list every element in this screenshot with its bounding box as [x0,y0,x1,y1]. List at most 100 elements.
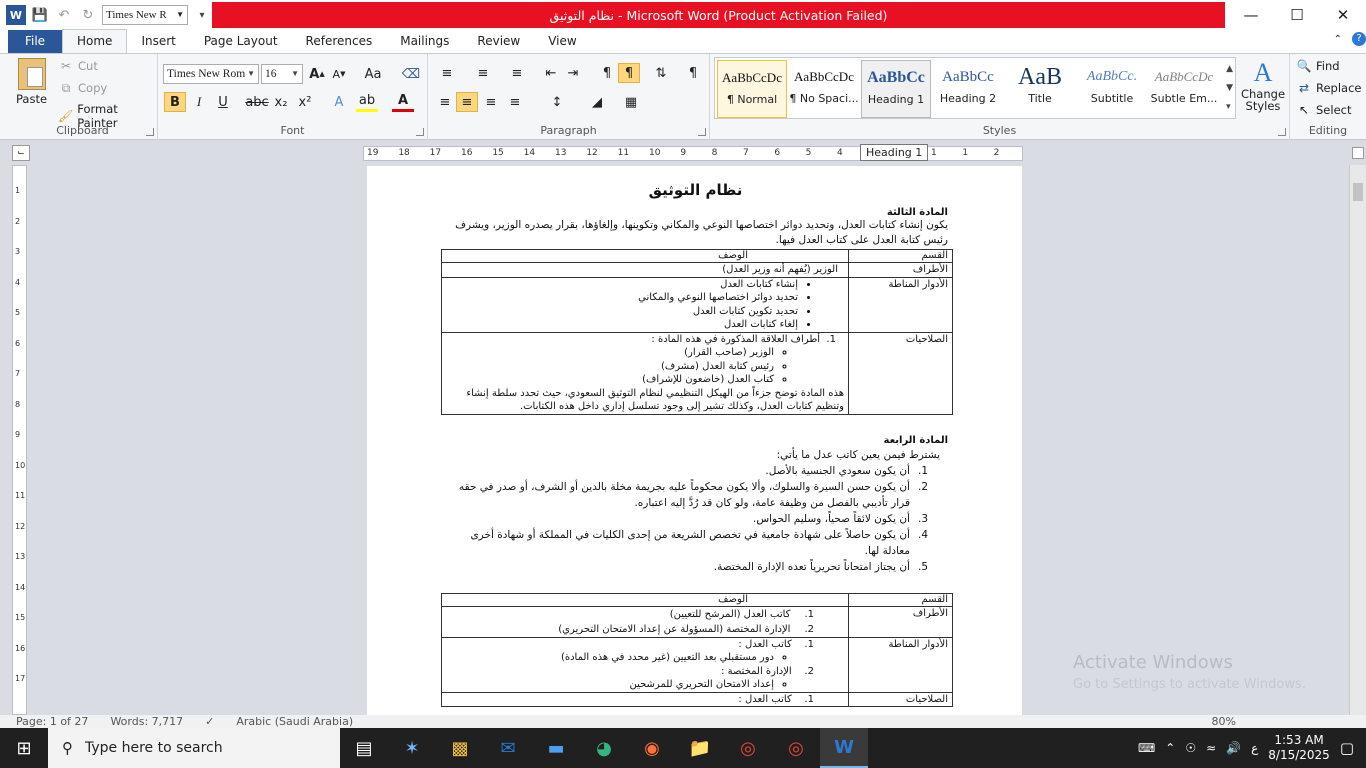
borders-icon[interactable]: ▦ [620,92,642,112]
page-count[interactable]: Page: 1 of 27 [16,715,88,728]
align-left-icon[interactable]: ≡ [434,92,456,112]
font-color-icon[interactable]: A [392,92,414,112]
word-count[interactable]: Words: 7,717 [110,715,183,728]
find-button[interactable]: 🔍 Find [1296,58,1340,74]
table-cell[interactable]: الأدوار المناطة [848,276,953,333]
keyboard-icon[interactable]: ⌨ [1138,741,1155,755]
rtl-icon[interactable]: ¶ [618,63,640,83]
list-item[interactable]: تحديد دوائر اختصاصها النوعي والمكاني [446,291,798,305]
list-item[interactable]: 1. أطراف العلاقة المذكورة في هذه المادة … [446,333,844,347]
line-spacing-icon[interactable]: ↕ [546,92,568,112]
app-icon[interactable]: ▬ [532,728,580,768]
sort-icon[interactable]: ⇅ [650,63,672,83]
copilot-icon[interactable]: ✶ [388,728,436,768]
align-right-icon[interactable]: ≡ [480,92,502,112]
language-icon[interactable]: ع [1251,741,1258,755]
list-item[interactable]: 1. أن يكون سعودي الجنسية بالأصل. [443,463,948,479]
table-cell[interactable]: 1. كاتب العدل : [441,691,849,707]
highlight-icon[interactable]: ab [356,92,378,112]
table-cell[interactable]: الأطراف [848,262,953,278]
list-item[interactable]: 2. أن يكون حسن السيرة والسلوك، وألا يكون … [443,479,948,511]
article-4-intro[interactable]: يشترط فيمن يعين كاتب عدل ما يأتي: [443,448,948,463]
decrease-indent-icon[interactable]: ⇤ [540,63,562,83]
list-item[interactable]: 4. أن يكون حاصلاً على شهادة جامعية في تخص… [443,527,948,559]
taskbar-search[interactable]: ⚲ Type here to search [48,728,340,768]
multilevel-list-icon[interactable]: ≡ [506,63,528,83]
chevron-up-icon[interactable]: ⌃ [1165,741,1175,755]
outlook-icon[interactable]: ✉ [484,728,532,768]
tab-home[interactable]: Home [62,29,128,53]
tab-selector-icon[interactable]: ⌙ [12,145,30,161]
style-title[interactable]: AaB Title [1005,60,1075,118]
increase-indent-icon[interactable]: ⇥ [562,63,584,83]
vertical-ruler[interactable]: 1 2 3 4 5 6 7 8 9 10 11 12 13 14 15 16 17 [12,165,27,715]
list-item[interactable]: 5. أن يجتاز امتحاناً تحريرياً تعده الإدار… [443,559,948,575]
customize-qat-icon[interactable]: ▾ [192,5,212,25]
chrome-profile-icon[interactable]: ◎ [772,728,820,768]
vertical-scrollbar[interactable] [1349,165,1366,715]
document-title[interactable]: نظام التوثيق [443,181,948,199]
numbering-icon[interactable]: ≡ [472,63,494,83]
style-heading-2[interactable]: AaBbCc Heading 2 [933,60,1003,118]
article-3-heading[interactable]: المادة الثالثة [443,207,948,218]
change-case-icon[interactable]: Aa [362,64,384,84]
tab-view[interactable]: View [534,30,590,53]
dialog-launcher-icon[interactable] [416,128,424,136]
bold-icon[interactable]: B [164,92,186,112]
tab-references[interactable]: References [292,30,387,53]
notifications-icon[interactable]: ▢ [1340,739,1354,757]
paste-button[interactable]: Paste [16,58,47,106]
file-explorer-icon[interactable]: 📁 [676,728,724,768]
table-cell[interactable]: الصلاحيات [848,331,953,415]
table-cell[interactable]: 1. كاتب العدل (المرشح للتعيين) 2. الإدارة … [441,605,849,638]
shrink-font-icon[interactable]: A ▼ [328,64,350,84]
table-note[interactable]: هذه المادة توضح جزءاً من الهيكل التنظيمي… [446,387,844,414]
wifi-icon[interactable]: ≈ [1206,741,1216,755]
list-item[interactable]: الوزير (صاحب القرار) [446,346,774,360]
article-3-text[interactable]: يكون إنشاء كتابات العدل، وتحديد دوائر اخ… [443,218,948,248]
undo-icon[interactable]: ↶ [54,5,74,25]
minimize-icon[interactable]: — [1228,0,1274,30]
table-header-cell[interactable]: الوصف [441,249,849,263]
style-no-spacing[interactable]: AaBbCcDc ¶ No Spaci... [789,60,859,118]
text-effects-icon[interactable]: A [328,92,350,112]
table-cell[interactable]: الوزير (يُفهم أنه وزير العدل) [441,262,849,278]
list-item[interactable]: إنشاء كتابات العدل [446,278,798,292]
close-icon[interactable]: ✕ [1320,0,1366,30]
table-cell[interactable]: 1. كاتب العدل : دور مستقبلي بعد التعيين … [441,636,849,693]
style-heading-1[interactable]: AaBbCc Heading 1 [861,60,931,118]
word-taskbar-icon[interactable]: W [820,728,868,768]
redo-icon[interactable]: ↻ [78,5,98,25]
table-header-cell[interactable]: الوصف [441,592,849,607]
show-marks-icon[interactable]: ¶ [682,63,704,83]
cut-button[interactable]: ✂ Cut [58,58,98,74]
table-1[interactable]: القسم الوصف الأطراف الوزير (يُفهم أنه وز… [441,249,953,415]
qat-font-combo[interactable]: Times New R ▼ [102,5,188,25]
network-icon[interactable]: ☉ [1185,741,1196,755]
strikethrough-icon[interactable]: abc [245,92,268,112]
article-4-heading[interactable]: المادة الرابعة [443,435,948,446]
dialog-launcher-icon[interactable] [698,128,706,136]
table-cell[interactable]: الصلاحيات [848,691,953,707]
select-button[interactable]: ↖ Select [1296,102,1352,118]
list-item[interactable]: 1. كاتب العدل : [446,693,844,707]
table-cell[interactable]: 1. أطراف العلاقة المذكورة في هذه المادة … [441,331,849,415]
replace-button[interactable]: ⇄ Replace [1296,80,1362,96]
align-center-icon[interactable]: ≡ [456,92,478,112]
list-item[interactable]: 3. أن يكون لائقاً صحياً، وسليم الحواس. [443,511,948,527]
font-size-combo[interactable]: 16 ▼ [261,64,303,84]
dialog-launcher-icon[interactable] [146,128,154,136]
tab-file[interactable]: File [8,30,62,53]
table-cell[interactable]: الأطراف [848,605,953,638]
volume-icon[interactable]: 🔊 [1226,741,1241,755]
store-icon[interactable]: ▩ [436,728,484,768]
list-item[interactable]: 2. الإدارة المختصة : [446,665,844,679]
font-name-combo[interactable]: Times New Rom ▼ [163,64,259,84]
list-item[interactable]: 1. كاتب العدل (المرشح للتعيين) [446,607,844,622]
document-page[interactable]: نظام التوثيق المادة الثالثة يكون إنشاء ك… [367,166,1022,715]
ltr-icon[interactable]: ¶ [596,63,618,83]
view-ruler-icon[interactable] [1352,147,1364,159]
clear-formatting-icon[interactable]: ⌫ [400,64,422,84]
list-item[interactable]: 2. الإدارة المختصة (المسؤولة عن إعداد الا… [446,622,844,637]
italic-icon[interactable]: I [188,92,210,112]
